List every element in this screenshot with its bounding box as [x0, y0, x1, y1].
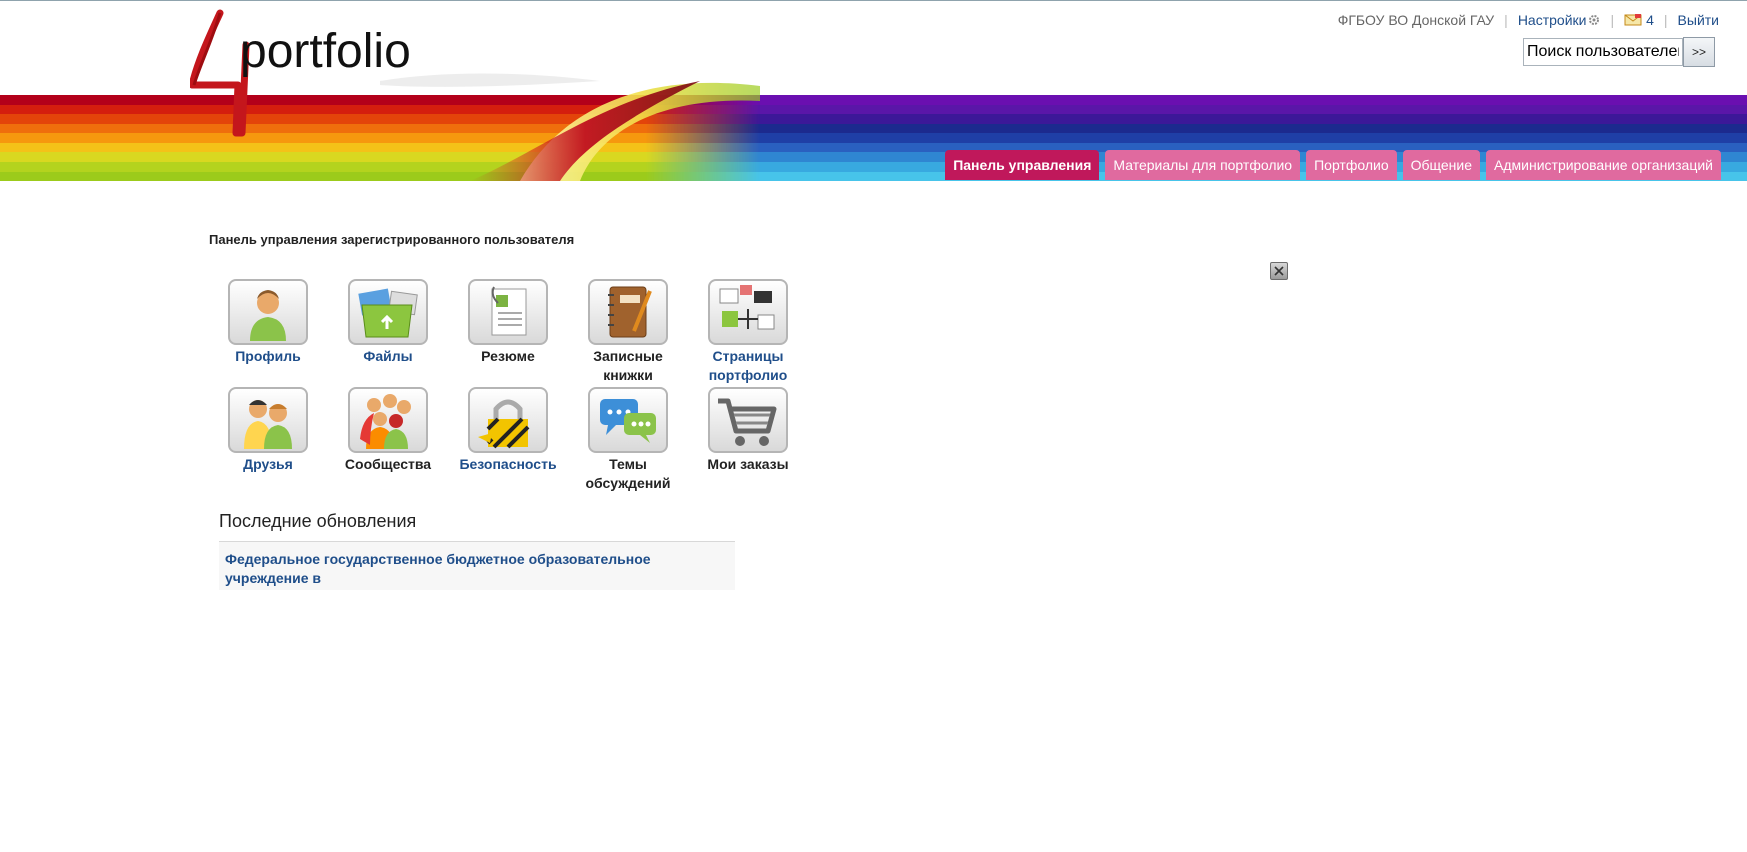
tile-profile[interactable]: Профиль: [208, 279, 328, 366]
user-toolbar: ФГБОУ ВО Донской ГАУ | Настройки | 4 | В…: [1338, 12, 1719, 28]
tile-security[interactable]: Безопасность: [448, 387, 568, 474]
profile-icon: [228, 279, 308, 345]
logo-4portfolio: portfolio: [190, 9, 411, 137]
divider: |: [1504, 12, 1508, 28]
tile-label: Файлы: [363, 348, 413, 364]
tile-portfolio-pages[interactable]: Страницы портфолио: [688, 279, 808, 385]
tab-communication[interactable]: Общение: [1402, 150, 1481, 180]
tile-label: Темы обсуждений: [585, 456, 671, 491]
tile-friends[interactable]: Друзья: [208, 387, 328, 474]
tile-label: Записные книжки: [593, 348, 663, 383]
close-button[interactable]: [1270, 262, 1288, 280]
mail-icon: [1624, 14, 1642, 26]
tile-label: Друзья: [243, 456, 293, 472]
settings-link[interactable]: Настройки: [1518, 12, 1601, 28]
tile-label: Сообщества: [344, 456, 432, 472]
tile-label: Профиль: [235, 348, 301, 364]
tab-dashboard[interactable]: Панель управления: [945, 150, 1100, 180]
discussions-icon: [588, 387, 668, 453]
messages-link[interactable]: 4: [1624, 12, 1654, 28]
tile-discussions[interactable]: Темы обсуждений: [568, 387, 688, 493]
updates-heading: Последние обновления: [219, 511, 417, 531]
gear-icon: [1589, 15, 1600, 25]
divider: |: [1610, 12, 1615, 28]
close-icon: [1274, 266, 1284, 276]
site-header: portfolio ФГБОУ ВО Донской ГАУ | Настрой…: [0, 1, 1747, 181]
logout-link[interactable]: Выйти: [1678, 12, 1719, 28]
search-button[interactable]: >>: [1683, 37, 1715, 67]
tile-label: Мои заказы: [707, 456, 789, 472]
communities-icon: [348, 387, 428, 453]
tile-my-orders[interactable]: Мои заказы: [688, 387, 808, 474]
friends-icon: [228, 387, 308, 453]
main-nav: Панель управления Материалы для портфоли…: [945, 150, 1721, 180]
portfolio-pages-icon: [708, 279, 788, 345]
logo-text: portfolio: [240, 25, 411, 78]
tile-label: Резюме: [481, 348, 535, 364]
settings-label: Настройки: [1517, 12, 1587, 28]
cart-icon: [708, 387, 788, 453]
tab-portfolio-materials[interactable]: Материалы для портфолио: [1105, 150, 1301, 180]
tab-org-admin[interactable]: Администрирование организаций: [1486, 150, 1721, 180]
update-item-link[interactable]: Федеральное государственное бюджетное об…: [225, 550, 695, 588]
user-search: >>: [1523, 37, 1715, 67]
tile-notebooks[interactable]: Записные книжки: [568, 279, 688, 385]
messages-count: 4: [1646, 12, 1654, 28]
resume-icon: [468, 279, 548, 345]
org-name: ФГБОУ ВО Донской ГАУ: [1337, 12, 1495, 28]
tab-portfolio[interactable]: Портфолио: [1306, 150, 1397, 180]
page-title: Панель управления зарегистрированного по…: [209, 232, 575, 247]
security-icon: [468, 387, 548, 453]
tile-communities[interactable]: Сообщества: [328, 387, 448, 474]
files-icon: [348, 279, 428, 345]
tile-files[interactable]: Файлы: [328, 279, 448, 366]
tile-resume[interactable]: Резюме: [448, 279, 568, 366]
search-input[interactable]: [1523, 38, 1683, 66]
divider: |: [1663, 12, 1668, 28]
tile-label: Страницы портфолио: [708, 348, 788, 383]
tile-label: Безопасность: [459, 456, 557, 472]
notebook-icon: [588, 279, 668, 345]
